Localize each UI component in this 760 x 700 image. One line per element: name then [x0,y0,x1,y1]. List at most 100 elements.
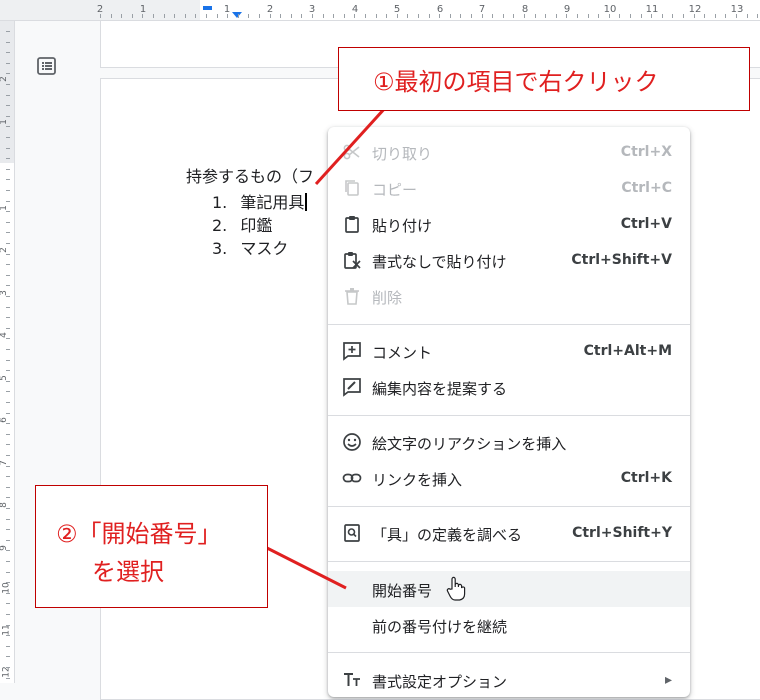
comment-add-icon [343,342,361,361]
ruler-tick [238,14,239,18]
ruler-tick [588,14,589,18]
ruler-tick [6,317,10,318]
menu-item-copy[interactable]: コピー Ctrl+C [328,170,690,206]
ruler-number: 8 [0,502,9,508]
suggest-edit-icon [343,378,361,397]
text-cursor [305,193,308,211]
menu-item-shortcut: Ctrl+K [620,470,672,486]
ruler-tick [6,508,10,509]
ruler-tick [6,169,10,170]
ruler-tick [6,95,10,96]
ruler-tick [6,31,10,32]
list-number: 2. [212,216,228,235]
ruler-tick [577,14,578,18]
list-item[interactable]: 2. 印鑑 [212,212,272,236]
ruler-tick [439,14,440,18]
ruler-tick [6,550,10,551]
menu-item-cut[interactable]: 切り取り Ctrl+X [328,134,690,170]
ruler-tick [704,14,705,18]
ruler-tick [142,14,143,18]
ruler-tick [100,14,101,18]
ruler-tick [6,487,10,488]
ruler-tick [662,14,663,18]
vertical-ruler[interactable]: 2 1 1 2 3 4 5 6 7 8 9 10 11 12 [0,21,15,683]
ruler-number: 8 [521,4,529,15]
ruler-tick [6,201,10,202]
ruler-tick [747,14,748,18]
ruler-tick [503,14,504,18]
menu-item-insert-link[interactable]: リンクを挿入 Ctrl+K [328,460,690,496]
menu-item-format-options[interactable]: 書式設定オプション ▸ [328,662,690,698]
ruler-tick [6,349,10,350]
horizontal-ruler[interactable]: 2 1 1 2 3 4 5 6 7 8 9 10 11 12 13 [0,0,760,21]
context-menu: 切り取り Ctrl+X コピー Ctrl+C 貼り付け Ctrl+V 書式なしで… [328,127,690,697]
ruler-tick [6,179,10,180]
ruler-tick [6,466,10,467]
callout-text: ①最初の項目で右クリック [373,68,659,96]
left-indent-handle[interactable] [232,12,242,18]
list-item-text: 筆記用具 [240,193,305,212]
submenu-arrow-icon: ▸ [664,672,672,688]
list-heading: 持参するもの（フ [186,167,315,186]
list-item[interactable]: 3. マスク [212,235,288,259]
ruler-number: 2 [0,247,9,253]
menu-item-delete[interactable]: 削除 [328,278,690,314]
ruler-tick [6,296,10,297]
ruler-tick [545,14,546,18]
ruler-tick [6,211,10,212]
menu-item-start-numbering[interactable]: 開始番号 [328,571,690,607]
ruler-tick [6,243,10,244]
menu-item-label: 貼り付け [372,217,433,235]
ruler-tick [164,14,165,18]
ruler-tick [6,264,10,265]
menu-item-shortcut: Ctrl+V [620,216,672,232]
menu-item-paste-plain[interactable]: 書式なしで貼り付け Ctrl+Shift+V [328,242,690,278]
ruler-number: 11 [645,4,659,15]
menu-item-paste[interactable]: 貼り付け Ctrl+V [328,206,690,242]
ruler-tick [6,572,10,573]
ruler-tick [6,582,10,583]
first-line-indent-handle[interactable] [203,6,212,10]
document-outline-icon[interactable] [36,56,58,76]
menu-item-define[interactable]: 「具」の定義を調べる Ctrl+Shift+Y [328,515,690,551]
clipboard-icon [345,216,359,233]
ruler-tick [301,14,302,18]
menu-item-label: 書式なしで貼り付け [372,253,507,271]
ruler-tick [6,328,10,329]
list-item[interactable]: 1. 筆記用具 [212,189,308,213]
ruler-tick [6,232,10,233]
menu-item-suggest-edits[interactable]: 編集内容を提案する [328,369,690,405]
menu-item-label: 書式設定オプション [372,673,508,691]
menu-item-continue-numbering[interactable]: 前の番号付けを継続 [328,607,690,643]
menu-item-shortcut: Ctrl+Alt+M [583,343,672,359]
ruler-tick [556,14,557,18]
ruler-tick [6,603,10,604]
menu-item-comment[interactable]: コメント Ctrl+Alt+M [328,333,690,369]
ruler-tick [174,14,175,18]
ruler-number: 10 [603,4,617,15]
ruler-tick [6,455,10,456]
text-format-icon [344,673,360,686]
ruler-tick [6,529,10,530]
list-item-text: マスク [240,239,289,258]
ruler-tick [418,14,419,18]
ruler-tick [6,413,10,414]
ruler-tick [6,402,10,403]
ruler-tick [376,14,377,18]
ruler-tick [6,519,10,520]
menu-item-emoji-reaction[interactable]: 絵文字のリアクションを挿入 [328,424,690,460]
ruler-tick [121,14,122,18]
ruler-number: 1 [0,205,9,211]
ruler-tick [132,14,133,18]
ruler-number: 6 [436,4,444,15]
callout-text: ②「開始番号」 [56,520,222,548]
ruler-tick [365,14,366,18]
menu-item-label: 「具」の定義を調べる [372,526,523,544]
ruler-tick [291,14,292,18]
ruler-tick [185,14,186,18]
ruler-number: 10 [1,582,12,594]
menu-separator [328,324,690,325]
ruler-number: 3 [0,290,9,296]
ruler-number: 6 [0,417,9,423]
ruler-number: 12 [688,4,702,15]
